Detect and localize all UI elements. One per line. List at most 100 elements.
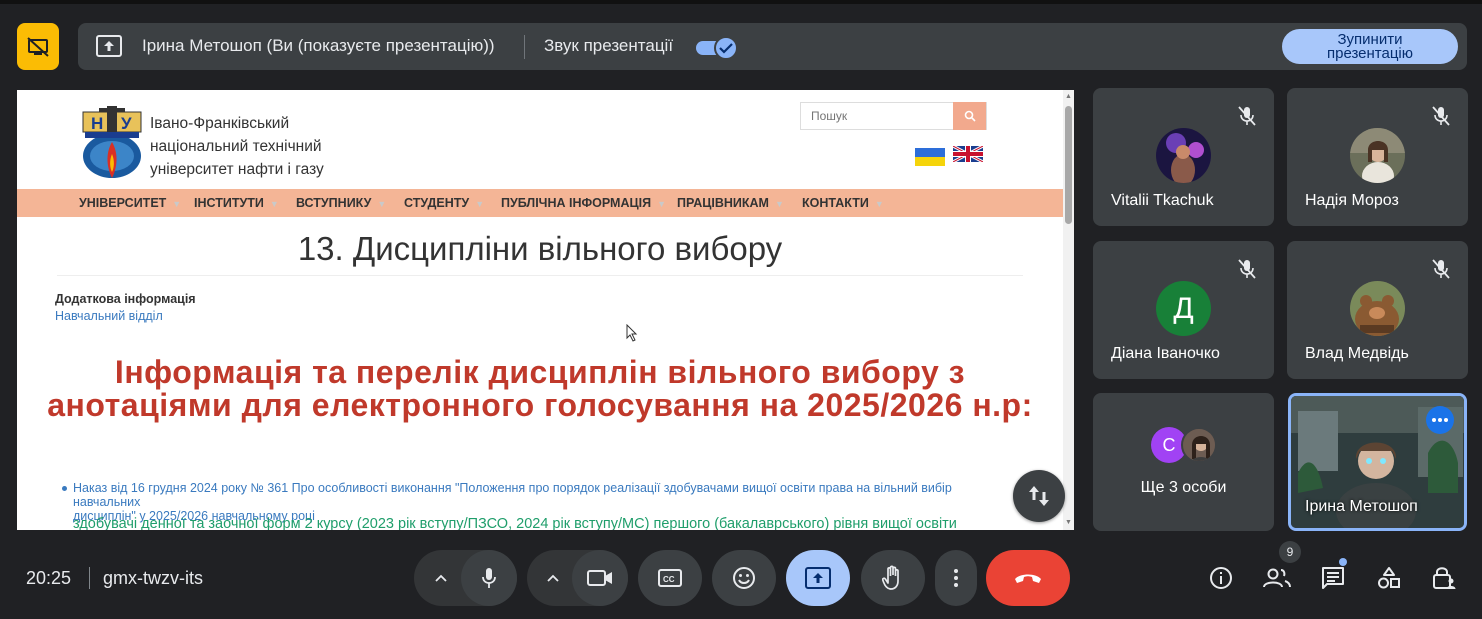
activities-button[interactable] xyxy=(1375,564,1403,592)
nav-label: УНІВЕРСИТЕТ xyxy=(79,196,167,210)
university-name: Івано-Франківський національний технічни… xyxy=(150,112,324,181)
swap-vertical-icon xyxy=(1029,486,1049,506)
svg-text:CC: CC xyxy=(663,575,675,584)
avatar xyxy=(1350,281,1405,336)
scroll-up-icon[interactable]: ▲ xyxy=(1065,93,1072,100)
swap-layout-button[interactable] xyxy=(1013,470,1065,522)
mic-off-icon xyxy=(1238,106,1256,126)
camera-button[interactable] xyxy=(572,550,628,606)
shared-screen: Н У Івано-Франківський національний техн… xyxy=(17,90,1074,530)
more-vert-icon xyxy=(954,569,958,587)
meeting-code: gmx-twzv-its xyxy=(103,568,203,588)
avatar xyxy=(1181,427,1217,463)
scroll-down-icon[interactable]: ▼ xyxy=(1065,519,1072,526)
chevron-up-icon xyxy=(547,574,559,582)
site-search-input[interactable] xyxy=(801,103,955,129)
dropdown-arrow-icon: ▼ xyxy=(874,199,884,209)
additional-info-label: Додаткова інформація xyxy=(55,292,196,306)
order-link-line1: Наказ від 16 грудня 2024 року № 361 Про … xyxy=(73,481,952,509)
nav-item-public-info[interactable]: ПУБЛІЧНА ІНФОРМАЦІЯ ▼ xyxy=(501,196,666,210)
chat-icon xyxy=(1322,567,1344,589)
site-scrollbar[interactable]: ▲ ▼ xyxy=(1063,90,1074,530)
mic-button[interactable] xyxy=(461,550,517,606)
chat-notification-dot xyxy=(1339,558,1347,566)
emoji-icon xyxy=(733,567,755,589)
nav-label: ПУБЛІЧНА ІНФОРМАЦІЯ xyxy=(501,196,652,210)
people-count-badge: 9 xyxy=(1279,541,1301,563)
site-search-button[interactable] xyxy=(953,102,986,130)
participant-tile[interactable]: Надія Мороз xyxy=(1287,88,1468,226)
videocam-icon xyxy=(587,570,612,586)
university-name-line2: національний технічний xyxy=(150,138,322,155)
nav-item-students[interactable]: СТУДЕНТУ ▼ xyxy=(404,196,484,210)
clock: 20:25 xyxy=(26,568,72,588)
mic-off-icon xyxy=(1238,259,1256,279)
avatar xyxy=(1156,128,1211,183)
divider xyxy=(524,35,525,59)
video-options-button[interactable] xyxy=(543,568,563,588)
participant-tile[interactable]: Vitalii Tkachuk xyxy=(1093,88,1274,226)
uk-flag-icon[interactable] xyxy=(953,146,983,162)
main-heading-line1: Інформація та перелік дисциплін вільного… xyxy=(114,354,966,390)
call-end-icon xyxy=(1015,574,1041,583)
participant-name: Надія Мороз xyxy=(1305,192,1399,209)
nav-item-staff[interactable]: ПРАЦІВНИКАМ ▼ xyxy=(677,196,784,210)
chat-button[interactable] xyxy=(1319,564,1347,592)
dropdown-arrow-icon: ▼ xyxy=(172,199,182,209)
chevron-up-icon xyxy=(435,574,447,582)
main-heading-line2: анотаціями для електронного голосування … xyxy=(47,387,1033,423)
ukrainian-flag-icon[interactable] xyxy=(915,148,945,166)
avatar xyxy=(1350,128,1405,183)
department-link[interactable]: Навчальний відділ xyxy=(55,309,163,323)
audio-options-button[interactable] xyxy=(431,568,451,588)
present-to-all-icon xyxy=(96,35,122,57)
reactions-button[interactable] xyxy=(712,550,776,606)
people-icon xyxy=(1263,568,1291,588)
end-call-button[interactable] xyxy=(986,550,1070,606)
more-horiz-icon xyxy=(1432,418,1448,422)
nav-item-institutes[interactable]: ІНСТИТУТИ ▼ xyxy=(194,196,279,210)
nav-label: ПРАЦІВНИКАМ xyxy=(677,196,769,210)
students-category-link[interactable]: здобувачі денної та заочної форм 2 курсу… xyxy=(73,516,957,530)
divider xyxy=(89,567,90,589)
nav-label: СТУДЕНТУ xyxy=(404,196,470,210)
mic-off-icon xyxy=(1432,106,1450,126)
stop-presenting-button[interactable]: Зупинити презентацію xyxy=(1282,29,1458,64)
lock-person-icon xyxy=(1433,567,1456,589)
self-name: Ірина Метошоп xyxy=(1305,498,1418,515)
toggle-knob xyxy=(714,36,738,60)
presentation-sound-label: Звук презентації xyxy=(544,36,674,55)
others-tile[interactable]: С Ще 3 особи xyxy=(1093,393,1274,531)
university-name-line3: університет нафти і газу xyxy=(150,161,324,178)
nav-item-applicants[interactable]: ВСТУПНИКУ ▼ xyxy=(296,196,386,210)
presentation-sound-toggle[interactable] xyxy=(696,36,740,60)
participant-tile[interactable]: Д Діана Іваночко xyxy=(1093,241,1274,379)
page-title: 13. Дисципліни вільного вибору xyxy=(297,230,783,267)
logo-letter-n: Н xyxy=(91,114,103,133)
participant-tile[interactable]: Влад Медвідь xyxy=(1287,241,1468,379)
self-video-tile[interactable]: Ірина Метошоп xyxy=(1288,393,1467,531)
host-controls-button[interactable] xyxy=(1430,564,1458,592)
nav-label: ВСТУПНИКУ xyxy=(296,196,372,210)
participant-name: Влад Медвідь xyxy=(1305,345,1409,362)
present-screen-button[interactable] xyxy=(786,550,850,606)
captions-button[interactable]: CC xyxy=(638,550,702,606)
presenter-text: Ірина Метошоп (Ви (показуєте презентацію… xyxy=(142,36,495,55)
top-edge xyxy=(0,0,1482,4)
dropdown-arrow-icon: ▼ xyxy=(475,199,485,209)
check-icon xyxy=(719,43,733,54)
divider xyxy=(57,275,1023,276)
stop-label-line2: презентацію xyxy=(1326,45,1414,62)
nav-item-contacts[interactable]: КОНТАКТИ ▼ xyxy=(802,196,884,210)
hand-icon xyxy=(882,565,899,590)
nav-item-university[interactable]: УНІВЕРСИТЕТ ▼ xyxy=(79,196,181,210)
more-options-button[interactable] xyxy=(1426,406,1454,434)
scrollbar-thumb[interactable] xyxy=(1065,106,1072,224)
raise-hand-button[interactable] xyxy=(861,550,925,606)
meeting-details-button[interactable] xyxy=(1207,564,1235,592)
logo-letter-u: У xyxy=(121,114,132,133)
university-logo: Н У xyxy=(82,106,142,178)
more-options-button[interactable] xyxy=(935,550,977,606)
people-button[interactable] xyxy=(1263,564,1291,592)
presenting-status-button[interactable] xyxy=(17,23,59,70)
